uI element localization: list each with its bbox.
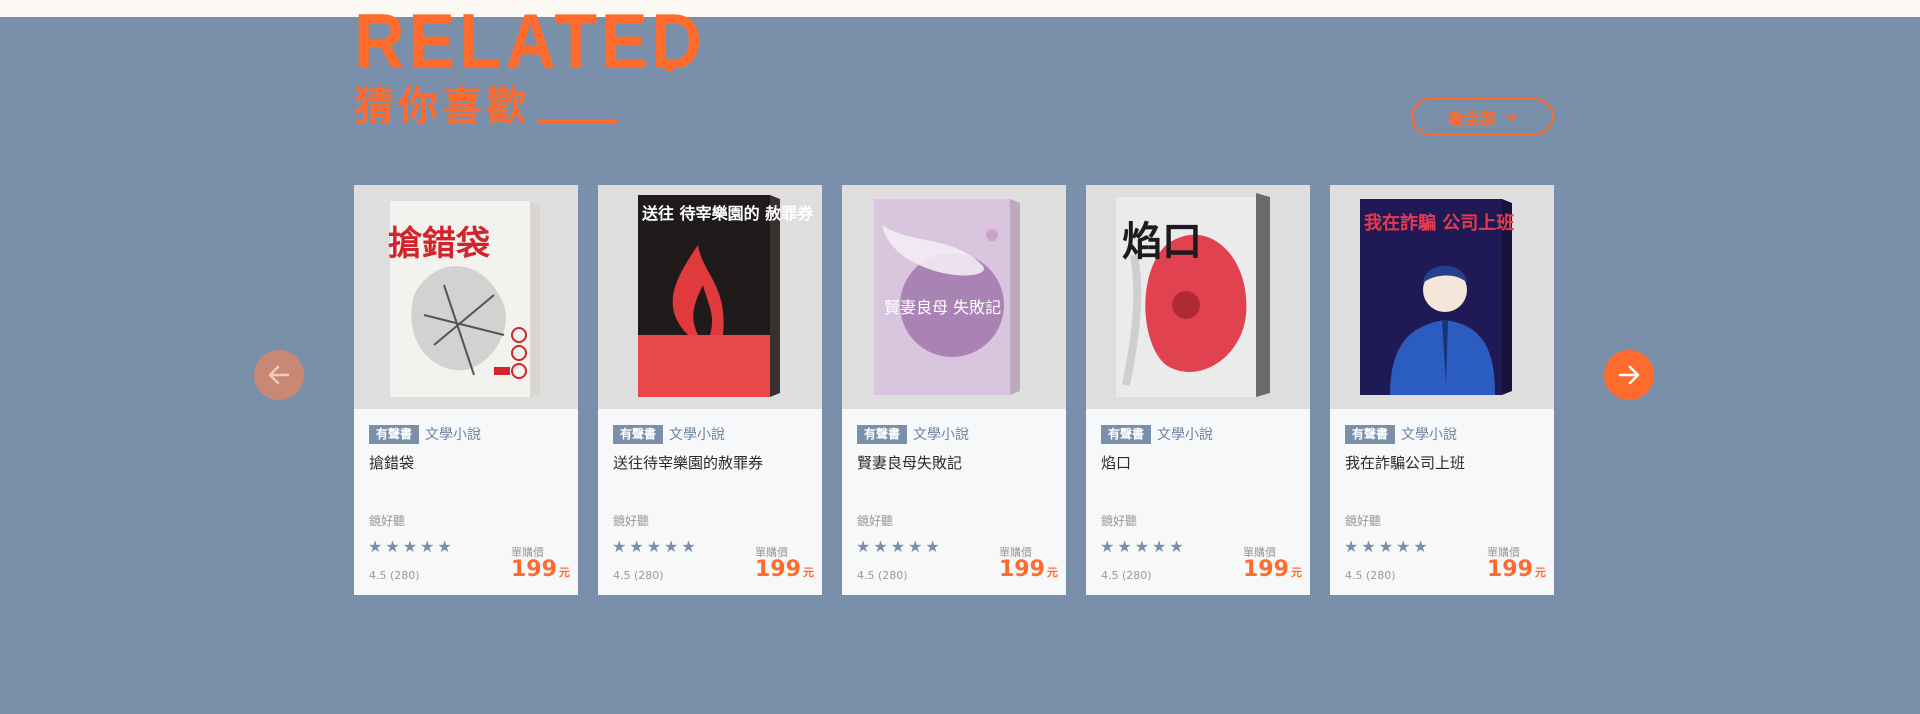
price: 199 元 bbox=[511, 557, 570, 586]
section-heading-en: RELATED bbox=[354, 0, 706, 85]
audiobook-badge: 有聲書 bbox=[613, 424, 664, 444]
book-title[interactable]: 焰口 bbox=[1101, 453, 1295, 473]
star-rating: ★ ★ ★ ★ ★ bbox=[856, 539, 940, 555]
publisher-label: 鏡好聽 bbox=[857, 514, 894, 528]
star-icon: ★ bbox=[873, 537, 888, 556]
star-icon: ★ bbox=[1361, 537, 1376, 556]
book-cover: 我在詐騙 公司上班 bbox=[1330, 185, 1554, 409]
book-cover: 搶錯袋 bbox=[354, 185, 578, 409]
publisher-label: 鏡好聽 bbox=[1345, 514, 1382, 528]
price-unit: 元 bbox=[802, 566, 814, 579]
book-cover: 賢妻良母 失敗記 bbox=[842, 185, 1066, 409]
audiobook-badge: 有聲書 bbox=[369, 424, 420, 444]
star-icon: ★ bbox=[1413, 537, 1428, 556]
section-heading-zh: 猜你喜歡 bbox=[354, 84, 530, 130]
price-unit: 元 bbox=[558, 566, 570, 579]
cover-title: 賢妻良母 失敗記 bbox=[884, 298, 1001, 317]
star-rating: ★ ★ ★ ★ ★ bbox=[612, 539, 696, 555]
star-icon: ★ bbox=[368, 537, 383, 556]
star-icon: ★ bbox=[681, 537, 696, 556]
price-value: 199 bbox=[1243, 557, 1289, 582]
price-value: 199 bbox=[755, 557, 801, 582]
star-icon: ★ bbox=[646, 537, 662, 556]
price-unit: 元 bbox=[1290, 566, 1302, 579]
category-label[interactable]: 文學小說 bbox=[913, 424, 969, 444]
star-icon: ★ bbox=[385, 537, 400, 556]
star-icon: ★ bbox=[1152, 537, 1167, 556]
price: 199 元 bbox=[755, 557, 814, 586]
book-title[interactable]: 搶錯袋 bbox=[369, 453, 563, 473]
book-cover: 焰口 bbox=[1086, 185, 1310, 409]
cover-title: 送往 待宰樂園的 赦罪券 bbox=[641, 204, 814, 223]
price: 199 元 bbox=[999, 557, 1058, 586]
price: 199 元 bbox=[1487, 557, 1546, 586]
category-label[interactable]: 文學小說 bbox=[425, 424, 481, 444]
carousel-prev-button[interactable] bbox=[254, 350, 304, 400]
rating-text: 4.5 (280) bbox=[1101, 569, 1152, 582]
star-rating: ★ ★ ★ ★ ★ bbox=[1344, 539, 1428, 555]
heading-underline bbox=[538, 119, 618, 123]
book-card[interactable]: 送往 待宰樂園的 赦罪券 有聲書 文學小說 送往待宰樂園的赦罪券 鏡好聽 ★ ★ ★… bbox=[598, 185, 822, 595]
rating-text: 4.5 (280) bbox=[1345, 569, 1396, 582]
cover-title: 搶錯袋 bbox=[388, 224, 490, 264]
category-label[interactable]: 文學小說 bbox=[1157, 424, 1213, 444]
arrow-left-icon bbox=[268, 365, 290, 385]
publisher-label: 鏡好聽 bbox=[613, 514, 650, 528]
book-card[interactable]: 賢妻良母 失敗記 有聲書 文學小說 賢妻良母失敗記 鏡好聽 ★ ★ ★ ★ ★ 4.5 … bbox=[842, 185, 1066, 595]
audiobook-badge: 有聲書 bbox=[857, 424, 908, 444]
star-icon: ★ bbox=[856, 537, 871, 556]
audiobook-badge: 有聲書 bbox=[1101, 424, 1152, 444]
star-icon: ★ bbox=[908, 537, 923, 556]
book-cover: 送往 待宰樂園的 赦罪券 bbox=[598, 185, 822, 409]
publisher-label: 鏡好聽 bbox=[369, 514, 406, 528]
star-icon: ★ bbox=[420, 537, 435, 556]
price-unit: 元 bbox=[1046, 566, 1058, 579]
book-title[interactable]: 我在詐騙公司上班 bbox=[1345, 453, 1539, 473]
book-title[interactable]: 賢妻良母失敗記 bbox=[857, 453, 1051, 473]
star-icon: ★ bbox=[1169, 537, 1184, 556]
book-title[interactable]: 送往待宰樂園的赦罪券 bbox=[613, 453, 807, 473]
top-strip bbox=[0, 0, 1920, 17]
star-rating: ★ ★ ★ ★ ★ bbox=[368, 539, 452, 555]
star-icon: ★ bbox=[890, 537, 906, 556]
star-icon: ★ bbox=[612, 537, 627, 556]
view-all-button[interactable]: 看全部 ➔ bbox=[1411, 98, 1554, 135]
star-icon: ★ bbox=[1100, 537, 1115, 556]
star-icon: ★ bbox=[1134, 537, 1150, 556]
cover-title: 焰口 bbox=[1122, 218, 1202, 265]
star-icon: ★ bbox=[1396, 537, 1411, 556]
book-card[interactable]: 搶錯袋 有聲書 文學小說 搶錯袋 鏡好聽 ★ ★ ★ ★ ★ 4.5 (280) 單購價… bbox=[354, 185, 578, 595]
view-all-label: 看全部 bbox=[1447, 108, 1496, 128]
arrow-right-icon bbox=[1618, 365, 1640, 385]
rating-text: 4.5 (280) bbox=[369, 569, 420, 582]
publisher-label: 鏡好聽 bbox=[1101, 514, 1138, 528]
category-label[interactable]: 文學小說 bbox=[1401, 424, 1457, 444]
price-unit: 元 bbox=[1534, 566, 1546, 579]
audiobook-badge: 有聲書 bbox=[1345, 424, 1396, 444]
price: 199 元 bbox=[1243, 557, 1302, 586]
rating-text: 4.5 (280) bbox=[613, 569, 664, 582]
star-rating: ★ ★ ★ ★ ★ bbox=[1100, 539, 1184, 555]
book-card[interactable]: 焰口 有聲書 文學小說 焰口 鏡好聽 ★ ★ ★ ★ ★ 4.5 (280) 單購價 1… bbox=[1086, 185, 1310, 595]
star-icon: ★ bbox=[437, 537, 452, 556]
cover-title: 我在詐騙 公司上班 bbox=[1364, 212, 1514, 234]
star-icon: ★ bbox=[664, 537, 679, 556]
star-icon: ★ bbox=[1117, 537, 1132, 556]
star-icon: ★ bbox=[1378, 537, 1394, 556]
star-icon: ★ bbox=[402, 537, 418, 556]
book-card[interactable]: 我在詐騙 公司上班 有聲書 文學小說 我在詐騙公司上班 鏡好聽 ★ ★ ★ ★ ★ 4.… bbox=[1330, 185, 1554, 595]
carousel-next-button[interactable] bbox=[1604, 350, 1654, 400]
price-value: 199 bbox=[999, 557, 1045, 582]
category-label[interactable]: 文學小說 bbox=[669, 424, 725, 444]
price-value: 199 bbox=[1487, 557, 1533, 582]
arrow-right-icon: ➔ bbox=[1503, 107, 1518, 126]
star-icon: ★ bbox=[1344, 537, 1359, 556]
star-icon: ★ bbox=[629, 537, 644, 556]
star-icon: ★ bbox=[925, 537, 940, 556]
rating-text: 4.5 (280) bbox=[857, 569, 908, 582]
price-value: 199 bbox=[511, 557, 557, 582]
book-carousel: 搶錯袋 有聲書 文學小說 搶錯袋 鏡好聽 ★ ★ ★ ★ ★ 4.5 (280) 單購價… bbox=[354, 185, 1554, 595]
